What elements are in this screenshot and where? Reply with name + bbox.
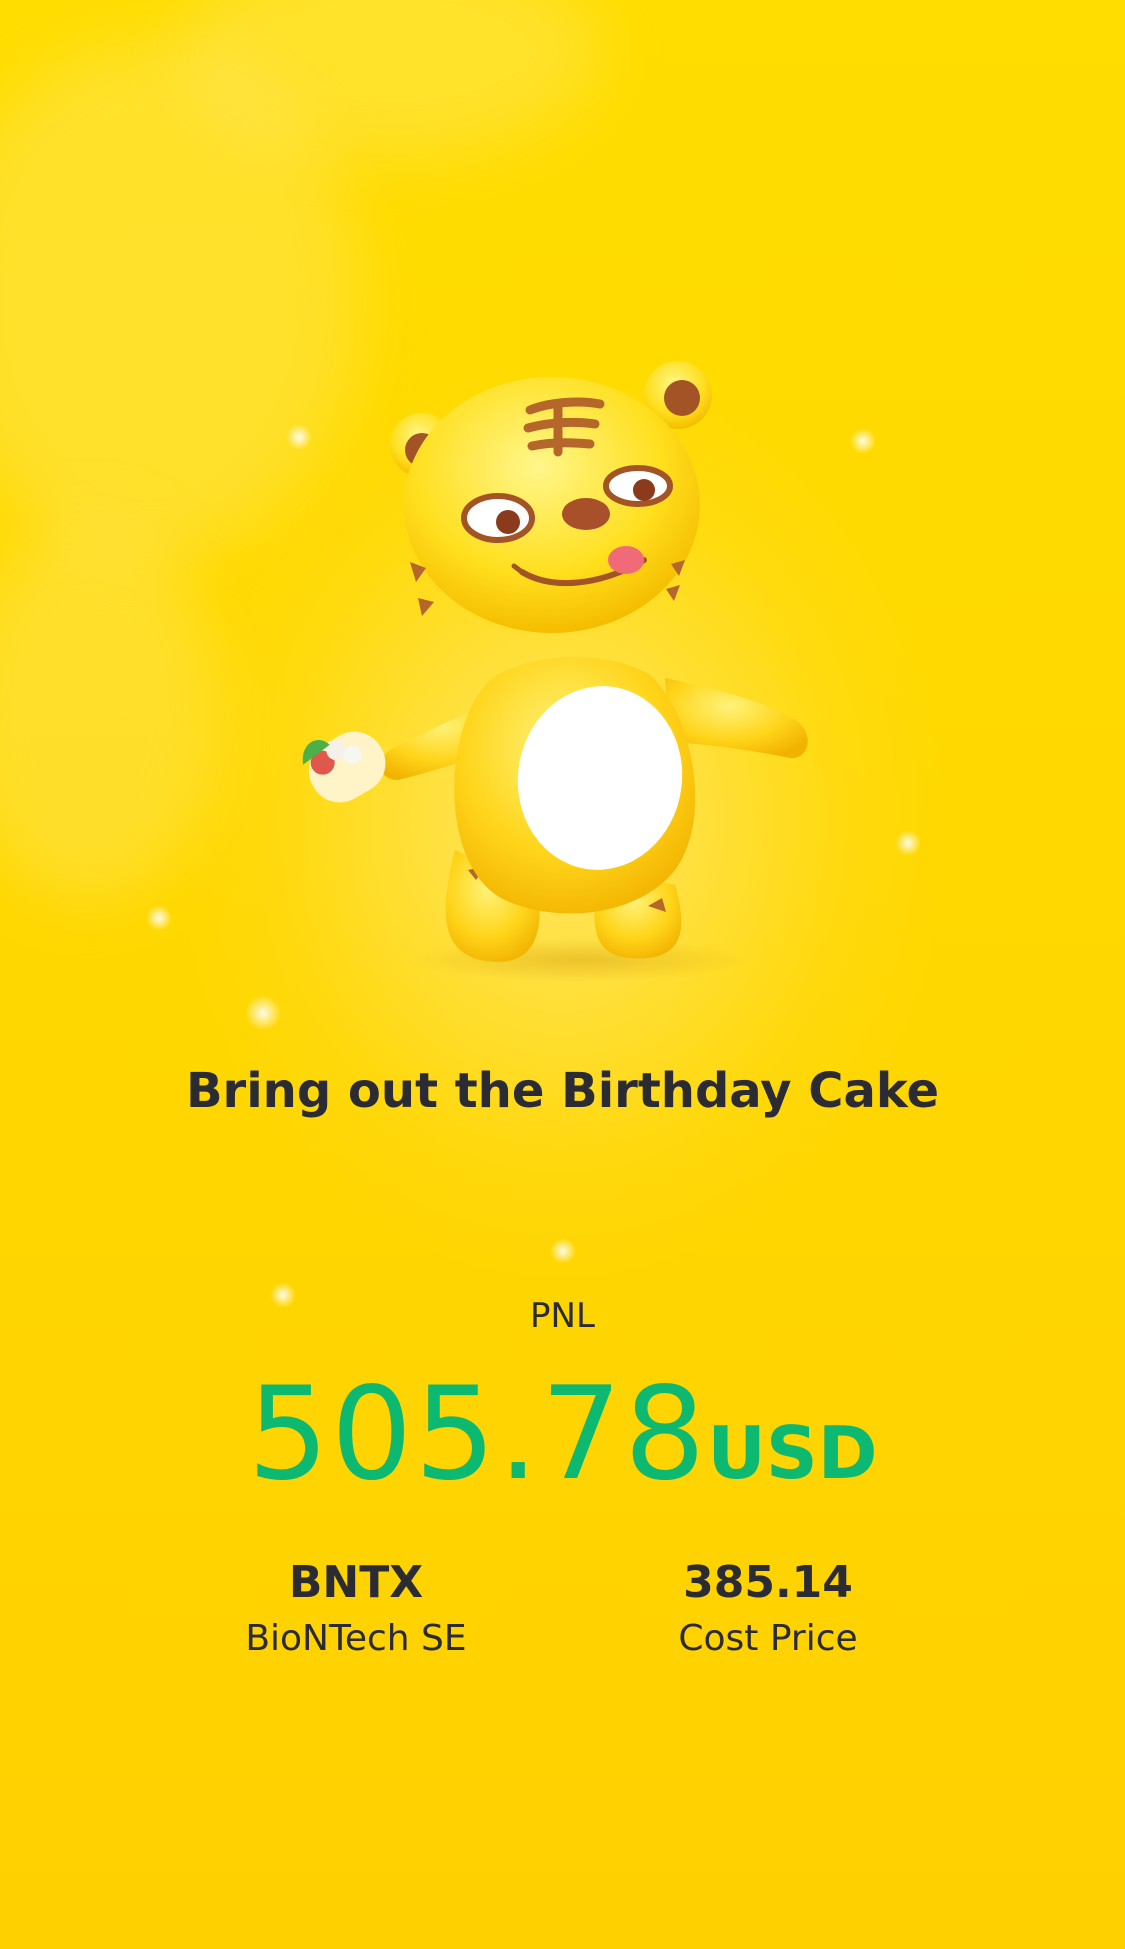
cost-price-value: 385.14: [683, 1557, 853, 1608]
sparkle: [146, 905, 172, 931]
tiger-mascot-icon: [302, 361, 808, 982]
sparkle: [245, 995, 281, 1031]
stock-info: BNTX BioNTech SE: [176, 1555, 536, 1667]
pnl-share-card: Bring out the Birthday Cake PNL 505.78US…: [0, 0, 1125, 1949]
sparkle: [550, 1238, 576, 1264]
pnl-currency: USD: [707, 1411, 878, 1495]
cost-info: 385.14 Cost Price: [588, 1555, 948, 1667]
pnl-amount: 505.78: [247, 1360, 708, 1509]
pnl-label: PNL: [530, 1296, 595, 1336]
background-wisp: [0, 520, 220, 900]
pnl-value: 505.78USD: [0, 1360, 1125, 1509]
cost-price-label: Cost Price: [678, 1618, 858, 1659]
sparkle: [895, 830, 921, 856]
page-title: Bring out the Birthday Cake: [185, 1063, 940, 1119]
stock-name: BioNTech SE: [245, 1618, 467, 1659]
stock-symbol: BNTX: [288, 1557, 424, 1608]
